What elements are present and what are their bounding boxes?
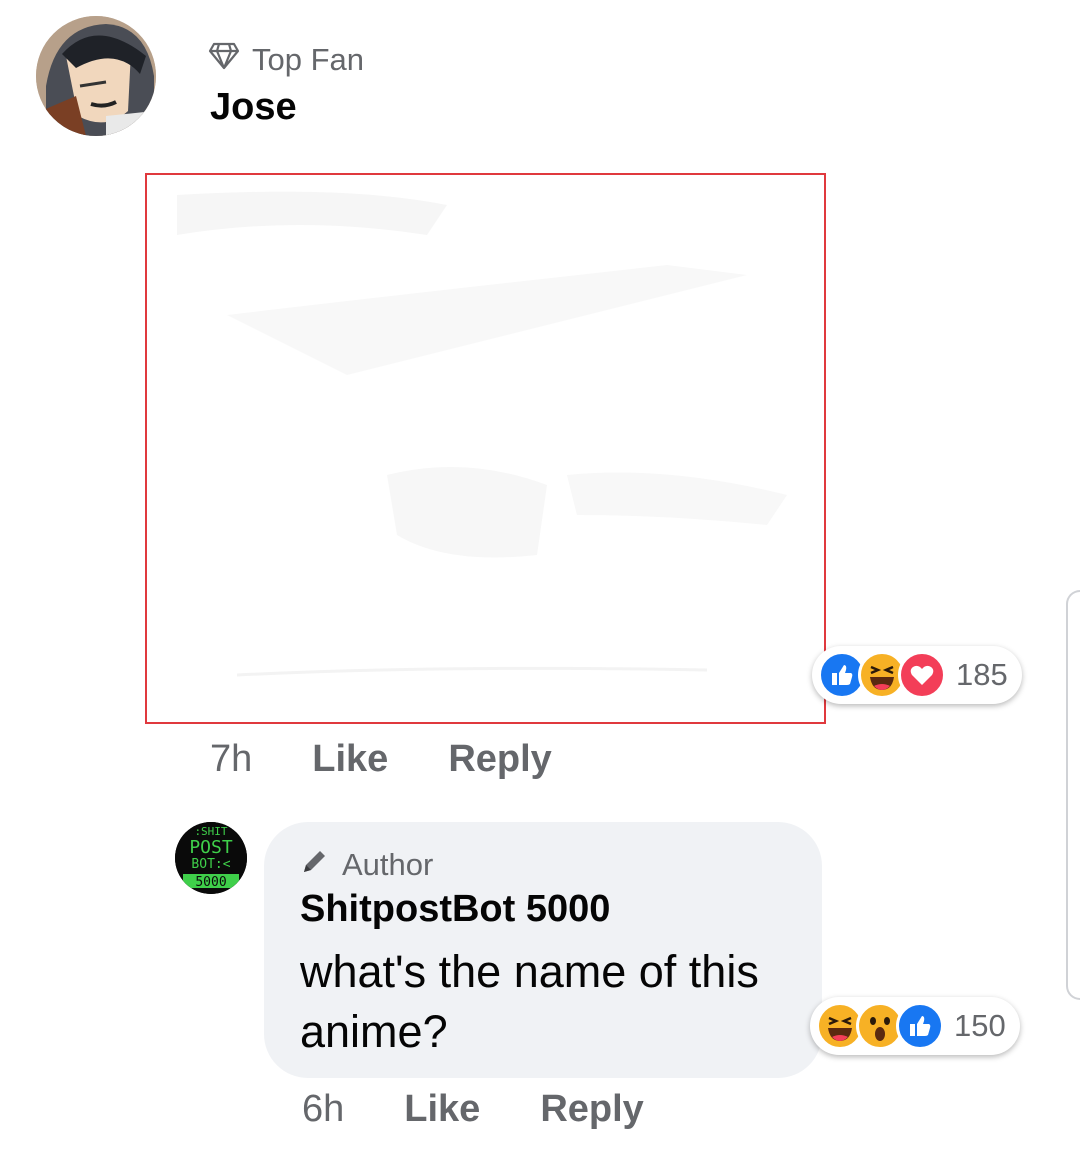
- pencil-icon: [300, 846, 330, 884]
- reaction-count: 185: [956, 657, 1008, 692]
- commenter-name[interactable]: Jose: [210, 86, 297, 129]
- shitpostbot-logo: :SHIT POST BOT:< 5000: [175, 822, 247, 894]
- comment-actions: 6h Like Reply: [302, 1088, 644, 1131]
- svg-text:POST: POST: [189, 837, 233, 858]
- reply-button[interactable]: Reply: [540, 1088, 643, 1131]
- like-button[interactable]: Like: [404, 1088, 480, 1131]
- commenter-name[interactable]: ShitpostBot 5000: [300, 888, 610, 931]
- badge-label: Top Fan: [252, 42, 365, 77]
- svg-text:BOT:<: BOT:<: [191, 857, 230, 872]
- like-button[interactable]: Like: [312, 738, 388, 781]
- love-reaction-icon: [898, 651, 946, 699]
- timestamp[interactable]: 6h: [302, 1088, 344, 1131]
- badge-label: Author: [342, 847, 434, 882]
- svg-text:5000: 5000: [195, 875, 226, 890]
- comment-actions: 7h Like Reply: [210, 738, 552, 781]
- avatar-portrait-image: [36, 16, 156, 136]
- reaction-summary[interactable]: 185: [812, 646, 1022, 704]
- comment-image[interactable]: [145, 173, 826, 724]
- side-panel-edge[interactable]: [1066, 590, 1080, 1000]
- reaction-summary[interactable]: 150: [810, 997, 1020, 1055]
- faded-image-content: [147, 175, 824, 722]
- author-avatar[interactable]: :SHIT POST BOT:< 5000: [175, 822, 247, 894]
- commenter-avatar[interactable]: [36, 16, 156, 136]
- reply-button[interactable]: Reply: [448, 738, 551, 781]
- author-badge: Author: [300, 846, 433, 884]
- comment-text: what's the name of this anime?: [300, 946, 759, 1057]
- timestamp[interactable]: 7h: [210, 738, 252, 781]
- like-reaction-icon: [896, 1002, 944, 1050]
- top-fan-badge: Top Fan: [208, 42, 364, 78]
- reaction-count: 150: [954, 1008, 1006, 1043]
- diamond-icon: [208, 42, 240, 78]
